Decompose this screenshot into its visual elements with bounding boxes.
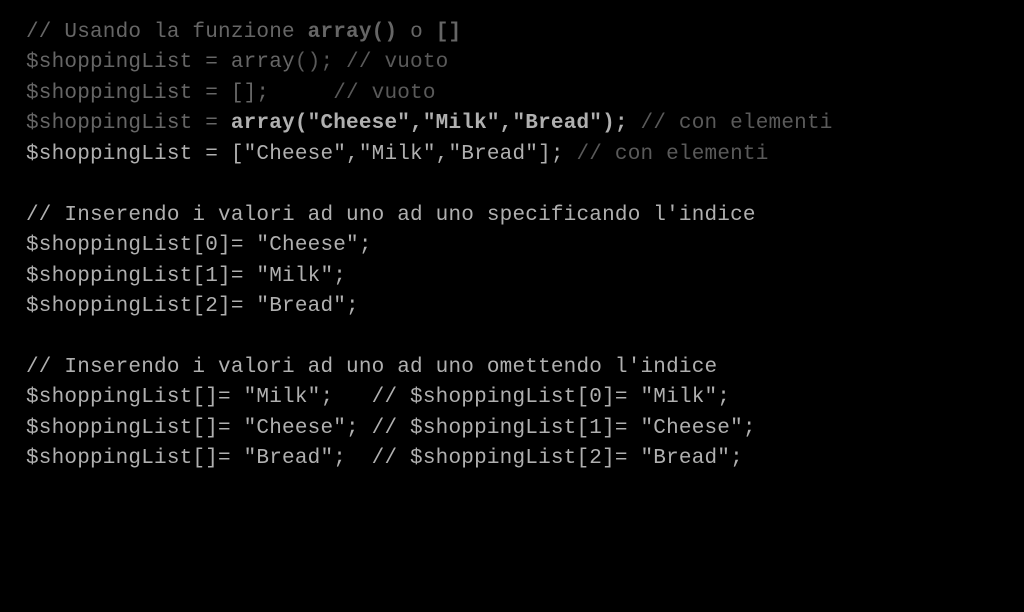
code-line: $shoppingList[]= "Bread"; // $shoppingLi… <box>26 444 998 474</box>
code-segment: $shoppingList[]= "Bread"; // $shoppingLi… <box>26 447 743 470</box>
code-segment: // Inserendo i valori ad uno ad uno spec… <box>26 204 756 227</box>
code-line: $shoppingList = array("Cheese","Milk","B… <box>26 109 998 139</box>
code-segment: $shoppingList[]= "Cheese"; // $shoppingL… <box>26 417 756 440</box>
code-segment: $shoppingList = <box>26 112 231 135</box>
code-segment: [] <box>436 21 462 44</box>
code-line <box>26 170 998 200</box>
code-segment: $shoppingList[0]= "Cheese"; <box>26 234 372 257</box>
code-line: // Usando la funzione array() o [] <box>26 18 998 48</box>
code-line: $shoppingList = ["Cheese","Milk","Bread"… <box>26 140 998 170</box>
code-segment: $shoppingList[2]= "Bread"; <box>26 295 359 318</box>
code-segment: array("Cheese","Milk","Bread"); <box>231 112 628 135</box>
code-line: $shoppingList[1]= "Milk"; <box>26 262 998 292</box>
code-segment: $shoppingList[]= "Milk"; // $shoppingLis… <box>26 386 730 409</box>
code-line: $shoppingList[0]= "Cheese"; <box>26 231 998 261</box>
code-segment: // vuoto <box>333 82 435 105</box>
code-segment: $shoppingList = array <box>26 51 295 74</box>
code-segment: (); // vuoto <box>295 51 449 74</box>
code-line: // Inserendo i valori ad uno ad uno spec… <box>26 201 998 231</box>
code-segment: $shoppingList = ["Cheese","Milk","Bread"… <box>26 143 577 166</box>
code-segment: $shoppingList = []; <box>26 82 333 105</box>
code-segment: array() <box>308 21 398 44</box>
code-segment: // Inserendo i valori ad uno ad uno omet… <box>26 356 717 379</box>
code-line: $shoppingList = []; // vuoto <box>26 79 998 109</box>
code-segment: // con elementi <box>628 112 833 135</box>
code-line: // Inserendo i valori ad uno ad uno omet… <box>26 353 998 383</box>
code-segment: o <box>397 21 435 44</box>
code-line: $shoppingList[2]= "Bread"; <box>26 292 998 322</box>
code-segment: $shoppingList[1]= "Milk"; <box>26 265 346 288</box>
code-line: $shoppingList[]= "Cheese"; // $shoppingL… <box>26 414 998 444</box>
code-line: $shoppingList[]= "Milk"; // $shoppingLis… <box>26 383 998 413</box>
code-block: // Usando la funzione array() o []$shopp… <box>0 0 1024 493</box>
code-segment: // Usando la funzione <box>26 21 308 44</box>
code-line: $shoppingList = array(); // vuoto <box>26 48 998 78</box>
code-segment: // con elementi <box>577 143 769 166</box>
code-line <box>26 322 998 352</box>
